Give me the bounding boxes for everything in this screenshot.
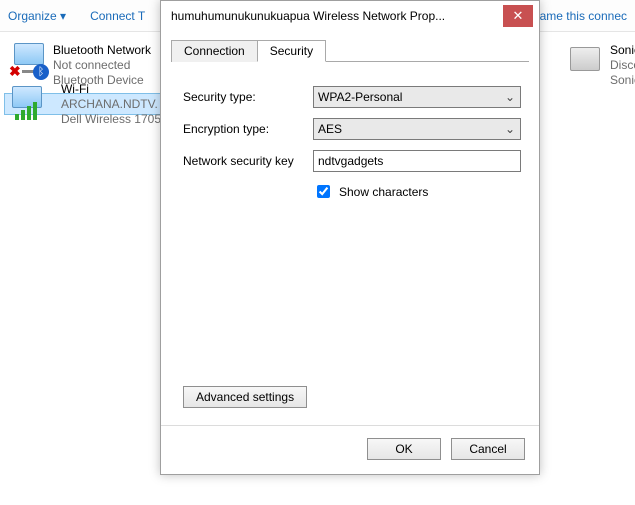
network-item-sonicwall[interactable]: SonicWALL I Disconnecte SonicWALL I	[561, 38, 635, 93]
security-tab-body: Security type: WPA2-Personal ⌄ Encryptio…	[161, 62, 539, 211]
network-device: SonicWALL I	[610, 73, 635, 88]
connect-to-menu[interactable]: Connect T	[90, 9, 145, 23]
network-key-label: Network security key	[183, 154, 313, 168]
show-characters-checkbox[interactable]	[317, 185, 330, 198]
security-type-select[interactable]: WPA2-Personal ⌄	[313, 86, 521, 108]
chevron-down-icon: ⌄	[502, 90, 518, 104]
security-type-value: WPA2-Personal	[318, 90, 402, 104]
network-title: Wi-Fi	[61, 82, 161, 97]
divider	[161, 425, 539, 426]
network-title: SonicWALL I	[610, 43, 635, 58]
dialog-title: humuhumunukunukuapua Wireless Network Pr…	[171, 9, 503, 23]
show-characters-label: Show characters	[339, 185, 428, 199]
network-title: Bluetooth Network	[53, 43, 151, 58]
encryption-type-select[interactable]: AES ⌄	[313, 118, 521, 140]
network-item-wifi[interactable]: Wi-Fi ARCHANA.NDTV. Dell Wireless 1705	[4, 93, 164, 115]
encryption-type-label: Encryption type:	[183, 122, 313, 136]
titlebar: humuhumunukunukuapua Wireless Network Pr…	[161, 1, 539, 31]
network-status: Disconnecte	[610, 58, 635, 73]
vpn-adapter-icon	[568, 43, 604, 79]
network-key-input[interactable]	[313, 150, 521, 172]
close-button[interactable]: ✕	[503, 5, 533, 27]
advanced-settings-button[interactable]: Advanced settings	[183, 386, 307, 408]
chevron-down-icon: ⌄	[502, 122, 518, 136]
tab-connection[interactable]: Connection	[171, 40, 258, 62]
security-type-label: Security type:	[183, 90, 313, 104]
wifi-adapter-icon	[9, 86, 45, 122]
wireless-properties-dialog: humuhumunukunukuapua Wireless Network Pr…	[160, 0, 540, 475]
rename-connection-menu[interactable]: hame this connec	[533, 9, 627, 23]
network-status: Not connected	[53, 58, 151, 73]
encryption-type-value: AES	[318, 122, 342, 136]
cancel-button[interactable]: Cancel	[451, 438, 525, 460]
ok-button[interactable]: OK	[367, 438, 441, 460]
bluetooth-adapter-icon: ✖ᛒ	[11, 43, 47, 79]
tab-strip: Connection Security	[171, 39, 529, 62]
tab-security[interactable]: Security	[257, 40, 326, 62]
network-device: Dell Wireless 1705	[61, 112, 161, 127]
close-icon: ✕	[513, 8, 524, 24]
network-status: ARCHANA.NDTV.	[61, 97, 161, 112]
organize-menu[interactable]: Organize ▾	[8, 9, 66, 23]
